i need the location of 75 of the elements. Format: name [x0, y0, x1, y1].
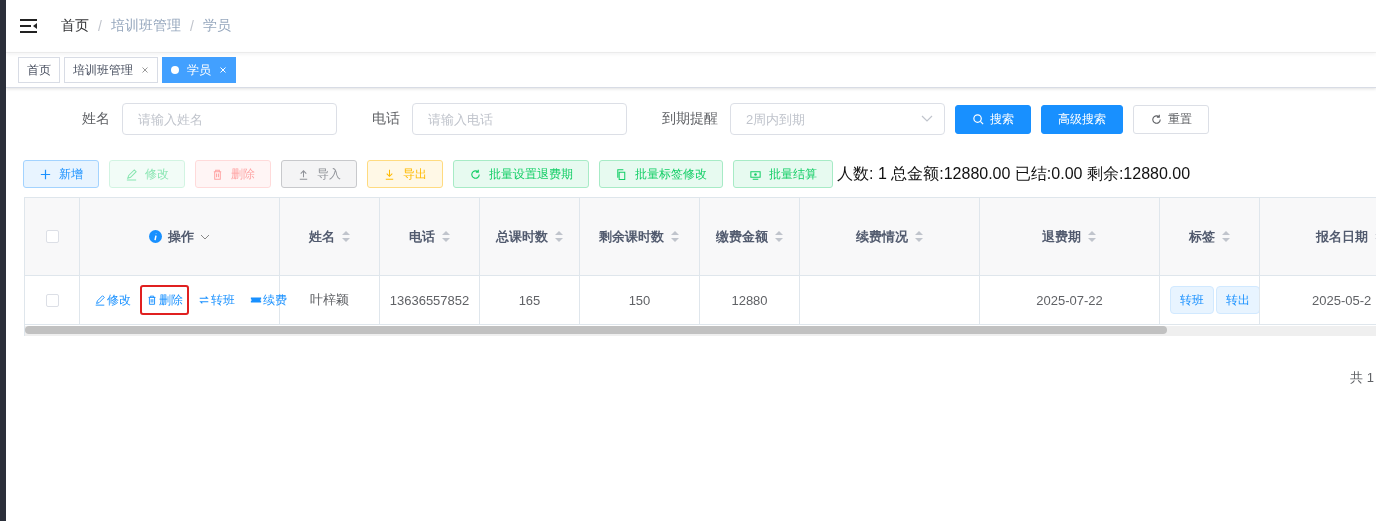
field-label: 电话 [372, 110, 400, 128]
pencil-icon [94, 294, 106, 306]
tab[interactable]: 学员 [162, 57, 236, 83]
download-icon [383, 167, 396, 181]
breadcrumb-separator: / [189, 18, 194, 34]
copy-icon [615, 167, 628, 181]
menu-icon[interactable] [20, 18, 38, 34]
table-cell: 2025-07-22 [980, 276, 1160, 325]
reset-button[interactable]: 重置 [1133, 104, 1209, 134]
table-cell: 12880 [700, 276, 800, 325]
toolbar-button[interactable]: 批量标签修改 [599, 160, 723, 188]
column-header[interactable]: 电话 [408, 227, 435, 246]
toolbar-button[interactable]: 导入 [281, 160, 357, 188]
breadcrumb-separator: / [98, 18, 102, 34]
toolbar-button[interactable]: 新增 [23, 160, 99, 188]
column-header[interactable]: 缴费金额 [715, 227, 768, 246]
column-header[interactable]: 续费情况 [855, 227, 908, 246]
toolbar-button[interactable]: 批量设置退费期 [453, 160, 589, 188]
sort-icon[interactable] [1087, 230, 1097, 243]
sort-icon[interactable] [340, 230, 351, 243]
row-action-link[interactable]: 续费 [244, 285, 293, 315]
tab[interactable]: 首页 [18, 57, 60, 83]
pagination-total: 共 1 [1350, 369, 1374, 387]
sort-icon[interactable] [553, 230, 564, 243]
sort-icon[interactable] [913, 230, 924, 243]
column-header[interactable]: 剩余课时数 [599, 227, 664, 246]
table-cell: 13636557852 [380, 276, 480, 325]
plus-icon [39, 167, 52, 181]
text-field[interactable]: 请输入姓名 [122, 103, 337, 135]
table-cell: 150 [580, 276, 700, 325]
column-header[interactable]: 标签 [1188, 227, 1215, 246]
column-header[interactable]: 报名日期 [1315, 227, 1368, 246]
column-header[interactable]: 总课时数 [495, 227, 548, 246]
chevron-down-icon[interactable] [921, 115, 933, 123]
sort-icon[interactable] [1220, 230, 1231, 243]
breadcrumb-item[interactable]: 首页 [61, 17, 89, 35]
field-label: 到期提醒 [662, 110, 718, 128]
row-action-link[interactable]: 删除 [140, 285, 189, 315]
upload-icon [297, 167, 310, 181]
row-action-link[interactable]: 转班 [192, 285, 241, 315]
column-header: 操作 [168, 227, 194, 246]
search-button[interactable]: 搜索 [955, 104, 1031, 134]
tag: 转班 [1170, 286, 1214, 314]
text-field[interactable]: 请输入电话 [412, 103, 627, 135]
refresh-icon [1150, 112, 1163, 126]
close-icon[interactable] [141, 66, 149, 74]
column-header[interactable]: 退费期 [1042, 227, 1081, 246]
toolbar-button[interactable]: 批量结算 [733, 160, 833, 188]
column-header[interactable]: 姓名 [308, 227, 335, 246]
breadcrumb-item: 学员 [202, 17, 231, 35]
table-cell: 2025-05-2 [1260, 276, 1376, 325]
tag: 转出 [1216, 286, 1259, 314]
pencil-icon [125, 167, 138, 181]
info-icon[interactable] [149, 230, 162, 243]
dropdown-field[interactable]: 2周内到期 [730, 103, 945, 135]
checkbox[interactable] [45, 230, 59, 243]
table-cell: 165 [480, 276, 580, 325]
field-label: 姓名 [82, 110, 110, 128]
tab[interactable]: 培训班管理 [64, 57, 158, 83]
swap-icon [198, 294, 210, 306]
search-icon [972, 112, 985, 126]
checkbox[interactable] [45, 293, 59, 307]
trash-icon [146, 294, 158, 306]
advanced-search-button[interactable]: 高级搜索 [1041, 104, 1123, 134]
sort-icon[interactable] [670, 230, 680, 243]
breadcrumb-item: 培训班管理 [110, 17, 181, 35]
refresh-icon [469, 167, 482, 181]
summary-text: 人数: 1 总金额:12880.00 已结:0.00 剩余:12880.00 [837, 163, 1191, 184]
caret-icon[interactable] [200, 233, 210, 240]
ticket-icon [250, 294, 262, 306]
row-action-link[interactable]: 修改 [88, 285, 137, 315]
trash-icon [211, 167, 224, 181]
sort-icon[interactable] [440, 230, 451, 243]
active-dot-icon [171, 66, 179, 74]
sort-icon[interactable] [773, 230, 784, 243]
